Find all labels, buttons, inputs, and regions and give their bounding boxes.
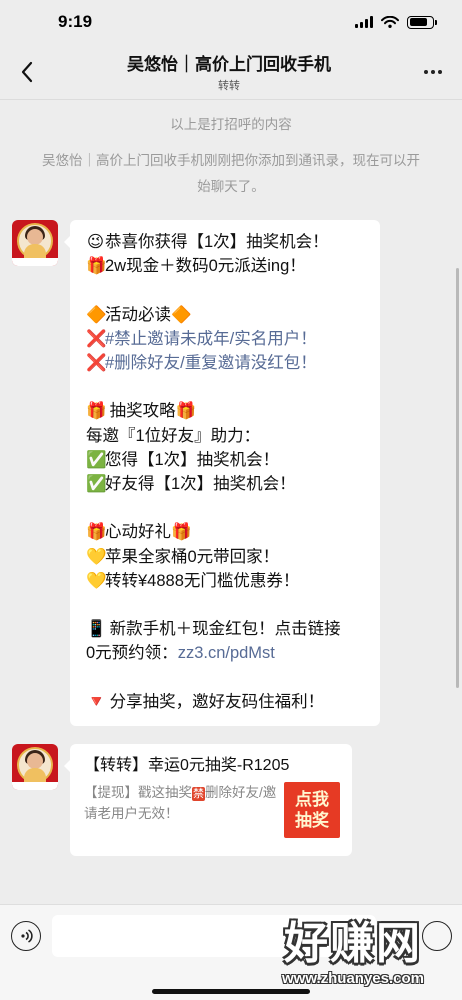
ban-badge: 禁 <box>192 786 205 801</box>
message-text: 您得【1次】抽奖机会！ <box>105 450 280 469</box>
watermark: 好赚网 www.zhuanyes.com <box>258 918 448 988</box>
wifi-icon <box>381 16 399 28</box>
message-line: ❌#删除好友/重复邀请没红包！ <box>86 351 366 375</box>
message-row: 【转转】幸运0元抽奖-R1205 【提现】戳这抽奖禁删除好友/邀请老用户无效！ … <box>0 743 462 856</box>
message-line: 😉恭喜你获得【1次】抽奖机会！ <box>86 230 366 254</box>
card-thumbnail: 点我 抽奖 <box>284 781 340 838</box>
emoji-icon: 🎁 <box>86 257 107 276</box>
message-line: 每邀『1位好友』助力： <box>86 424 366 448</box>
message-text: 2w现金＋数码0元派送ing！ <box>105 257 306 276</box>
status-bar: 9:19 <box>0 0 462 44</box>
watermark-logo: 好赚网 <box>284 919 422 968</box>
message-line: 💛转转¥4888无门槛优惠券！ <box>86 569 366 593</box>
message-text: 每邀『1位好友』助力： <box>86 426 261 445</box>
emoji-icon: 😉 <box>86 233 105 251</box>
hashtag-text[interactable]: #禁止邀请未成年/实名用户！ <box>105 330 317 348</box>
emoji-icon: 🎁 <box>175 402 197 421</box>
emoji-icon: 🔻 <box>86 692 107 711</box>
message-line: 📱 新款手机＋现金红包！点击链接 <box>86 617 366 641</box>
message-line: ✅您得【1次】抽奖机会！ <box>86 448 366 472</box>
message-text: 分享抽奖，邀好友码住福利！ <box>105 692 325 711</box>
emoji-icon: 🔶 <box>86 305 107 324</box>
chat-title-block[interactable]: 吴悠怡｜高价上门回收手机 转转 <box>40 50 418 93</box>
message-text: 活动必读 <box>105 305 171 324</box>
hashtag-text[interactable]: #删除好友/重复邀请没红包！ <box>105 354 317 372</box>
message-text: 转转¥4888无门槛优惠券！ <box>105 571 300 590</box>
message-line: 🎁2w现金＋数码0元派送ing！ <box>86 254 366 278</box>
back-button[interactable] <box>14 56 40 88</box>
message-text: 苹果全家桶0元带回家！ <box>105 547 280 566</box>
emoji-icon: ❌ <box>86 329 107 348</box>
card-title: 【转转】幸运0元抽奖-R1205 <box>84 756 290 774</box>
message-line: 0元预约领：zz3.cn/pdMst <box>86 641 366 665</box>
message-text: 心动好礼 <box>105 523 171 542</box>
scrollbar[interactable] <box>456 268 459 688</box>
message-text: 恭喜你获得【1次】抽奖机会！ <box>105 233 329 251</box>
emoji-icon: 📱 <box>86 620 107 639</box>
emoji-icon: 💛 <box>86 547 107 566</box>
link-card[interactable]: 【转转】幸运0元抽奖-R1205 【提现】戳这抽奖禁删除好友/邀请老用户无效！ … <box>64 743 352 856</box>
emoji-icon: 🎁 <box>86 402 107 421</box>
emoji-icon: ✅ <box>86 450 107 469</box>
message-text: 抽奖攻略 <box>105 402 176 421</box>
chat-subtitle: 转转 <box>218 80 240 92</box>
emoji-icon: 🔶 <box>171 305 192 324</box>
message-line: ✅好友得【1次】抽奖机会！ <box>86 472 366 496</box>
emoji-icon: ✅ <box>86 475 107 493</box>
emoji-icon: ❌ <box>86 354 107 372</box>
system-message: 以上是打招呼的内容 <box>170 117 292 132</box>
message-link[interactable]: zz3.cn/pdMst <box>178 644 275 662</box>
more-dot-icon <box>424 69 428 74</box>
message-text: 0元预约领： <box>86 644 178 663</box>
status-icons <box>355 15 437 29</box>
message-text: 好友得【1次】抽奖机会！ <box>105 475 296 493</box>
card-description: 【提现】戳这抽奖禁删除好友/邀请老用户无效！ <box>84 784 277 821</box>
input-bar: 好赚网 www.zhuanyes.com <box>0 904 462 1000</box>
message-bubble[interactable]: 😉恭喜你获得【1次】抽奖机会！ 🎁2w现金＋数码0元派送ing！ 🔶活动必读🔶 ❌#禁… <box>64 220 380 726</box>
system-message: 吴悠怡｜高价上门回收手机刚刚把你添加到通讯录，现在可以开始聊天了。 <box>42 153 420 194</box>
avatar[interactable] <box>12 743 58 790</box>
chat-title: 吴悠怡｜高价上门回收手机 <box>127 55 331 74</box>
message-line: 🎁 抽奖攻略🎁 <box>86 399 366 423</box>
voice-icon <box>21 929 33 943</box>
voice-button[interactable] <box>11 921 41 951</box>
battery-level <box>409 18 428 26</box>
status-time: 9:19 <box>58 12 93 31</box>
message-row: 😉恭喜你获得【1次】抽奖机会！ 🎁2w现金＋数码0元派送ing！ 🔶活动必读🔶 ❌#禁… <box>0 220 462 726</box>
message-line: 💛苹果全家桶0元带回家！ <box>86 545 366 569</box>
emoji-icon: 🎁 <box>86 523 107 542</box>
message-line: 🎁心动好礼🎁 <box>86 520 366 544</box>
message-line: 🔻 分享抽奖，邀好友码住福利！ <box>86 690 366 714</box>
chat-header: 吴悠怡｜高价上门回收手机 转转 <box>0 44 462 100</box>
message-line: ❌#禁止邀请未成年/实名用户！ <box>86 327 366 351</box>
watermark-url: www.zhuanyes.com <box>282 970 424 987</box>
message-line: 🔶活动必读🔶 <box>86 303 366 327</box>
signal-icon <box>355 16 373 28</box>
emoji-icon: 🎁 <box>171 523 192 542</box>
message-text: 新款手机＋现金红包！点击链接 <box>105 620 341 639</box>
home-indicator <box>152 989 310 994</box>
avatar[interactable] <box>12 220 58 266</box>
emoji-icon: 💛 <box>86 571 107 590</box>
more-options-button[interactable] <box>418 56 448 88</box>
chevron-left-icon <box>21 61 33 82</box>
battery-icon <box>407 15 437 29</box>
